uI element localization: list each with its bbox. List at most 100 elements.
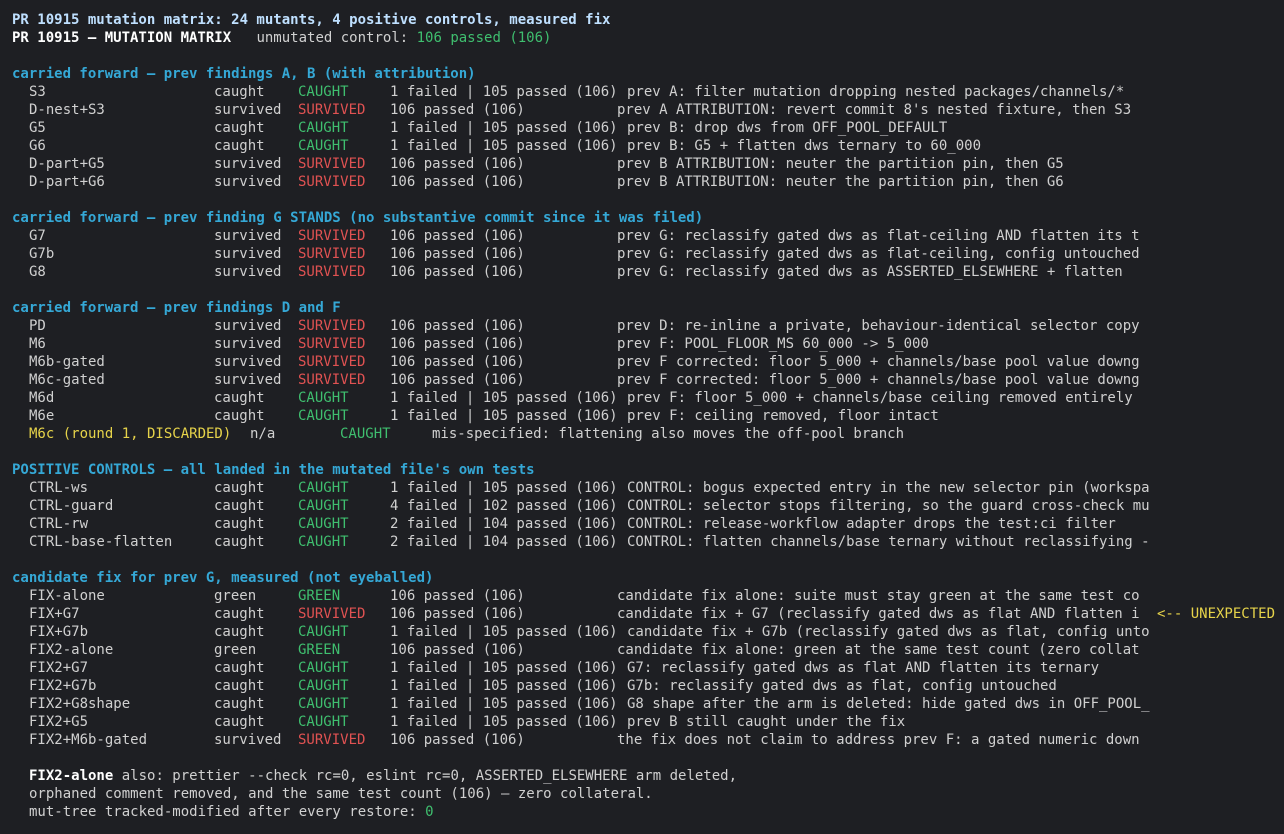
- unexpected-flag: <-- UNEXPECTED: [1157, 606, 1276, 622]
- test-result: 106 passed (106): [390, 606, 525, 622]
- mutant-description: prev D: re-inline a private, behaviour-i…: [617, 318, 1140, 334]
- verdict-badge: SURVIVED: [298, 732, 366, 748]
- mutant-status: caught: [214, 84, 265, 100]
- mutant-name: FIX-alone: [29, 588, 105, 604]
- test-result: 1 failed | 105 passed (106): [390, 624, 618, 640]
- verdict-badge: SURVIVED: [298, 156, 366, 172]
- mutant-description: prev F corrected: floor 5_000 + channels…: [617, 372, 1140, 388]
- test-result: 106 passed (106): [390, 102, 525, 118]
- mutant-name: G5: [29, 120, 46, 136]
- mutant-description: prev F: floor 5_000 + channels/base ceil…: [627, 390, 1133, 406]
- mutant-status: caught: [214, 138, 265, 154]
- verdict-badge: SURVIVED: [298, 102, 366, 118]
- mutant-description: prev B still caught under the fix: [627, 714, 906, 730]
- verdict-badge: SURVIVED: [298, 174, 366, 190]
- mutant-name: CTRL-guard: [29, 498, 114, 514]
- mutant-name: FIX2+G7b: [29, 678, 97, 694]
- mutant-status: survived: [214, 228, 282, 244]
- verdict-badge: CAUGHT: [298, 498, 349, 514]
- mutant-name: M6d: [29, 390, 55, 406]
- test-result: 106 passed (106): [390, 354, 525, 370]
- mutant-status: n/a: [250, 426, 276, 442]
- mutant-name: M6: [29, 336, 46, 352]
- verdict-badge: CAUGHT: [298, 678, 349, 694]
- verdict-badge: SURVIVED: [298, 264, 366, 280]
- mutant-name: D-nest+S3: [29, 102, 105, 118]
- test-result: 106 passed (106): [390, 642, 525, 658]
- test-result: 106 passed (106): [390, 174, 525, 190]
- mutant-name: FIX2+G7: [29, 660, 89, 676]
- mutant-status: caught: [214, 498, 265, 514]
- matrix-header: PR 10915 — MUTATION MATRIX unmutated con…: [12, 29, 551, 47]
- mutant-description: candidate fix + G7 (reclassify gated dws…: [617, 606, 1140, 622]
- mutant-description: candidate fix alone: suite must stay gre…: [617, 588, 1140, 604]
- test-result: 106 passed (106): [390, 732, 525, 748]
- mutant-description: mis-specified: flattening also moves the…: [432, 426, 905, 442]
- mutant-name: M6e: [29, 408, 55, 424]
- footer-line-2: orphaned comment removed, and the same t…: [29, 786, 653, 802]
- mutant-name: CTRL-ws: [29, 480, 89, 496]
- verdict-badge: SURVIVED: [298, 228, 366, 244]
- mutant-status: caught: [214, 678, 265, 694]
- test-result: 1 failed | 105 passed (106): [390, 390, 618, 406]
- mutant-status: survived: [214, 318, 282, 334]
- test-result: 1 failed | 105 passed (106): [390, 714, 618, 730]
- mutant-status: caught: [214, 516, 265, 532]
- mutant-status: green: [214, 642, 257, 658]
- test-result: 1 failed | 105 passed (106): [390, 696, 618, 712]
- mutant-description: prev B ATTRIBUTION: neuter the partition…: [617, 174, 1064, 190]
- mutant-description: prev F: POOL_FLOOR_MS 60_000 -> 5_000: [617, 336, 929, 352]
- mutant-description: G8 shape after the arm is deleted: hide …: [627, 696, 1150, 712]
- mutant-name: G7: [29, 228, 46, 244]
- test-result: 1 failed | 105 passed (106): [390, 480, 618, 496]
- mutant-description: CONTROL: bogus expected entry in the new…: [627, 480, 1150, 496]
- mutant-description: prev F corrected: floor 5_000 + channels…: [617, 354, 1140, 370]
- verdict-badge: CAUGHT: [298, 660, 349, 676]
- verdict-badge: CAUGHT: [340, 426, 391, 442]
- footer-lead: FIX2-alone: [29, 768, 114, 784]
- mutant-status: green: [214, 588, 257, 604]
- verdict-badge: CAUGHT: [298, 624, 349, 640]
- test-result: 1 failed | 105 passed (106): [390, 138, 618, 154]
- terminal-window: PR 10915 mutation matrix: 24 mutants, 4 …: [0, 0, 1284, 834]
- mutant-description: candidate fix alone: green at the same t…: [617, 642, 1140, 658]
- mutant-status: caught: [214, 120, 265, 136]
- test-result: 1 failed | 105 passed (106): [390, 120, 618, 136]
- mutant-status: survived: [214, 732, 282, 748]
- mutant-status: caught: [214, 390, 265, 406]
- mutant-description: prev G: reclassify gated dws as ASSERTED…: [617, 264, 1123, 280]
- test-result: 1 failed | 105 passed (106): [390, 84, 618, 100]
- mutant-status: caught: [214, 606, 265, 622]
- footer-text-3: mut-tree tracked-modified after every re…: [29, 804, 426, 820]
- mutant-status: caught: [214, 624, 265, 640]
- mutant-status: survived: [214, 372, 282, 388]
- mutant-status: survived: [214, 354, 282, 370]
- mutant-description: prev B: G5 + flatten dws ternary to 60_0…: [627, 138, 982, 154]
- mutant-name: PD: [29, 318, 46, 334]
- verdict-badge: CAUGHT: [298, 390, 349, 406]
- mutant-name: FIX2+M6b-gated: [29, 732, 148, 748]
- mutant-status: caught: [214, 534, 265, 550]
- mutant-name: FIX2-alone: [29, 642, 114, 658]
- verdict-badge: CAUGHT: [298, 120, 349, 136]
- verdict-badge: SURVIVED: [298, 354, 366, 370]
- verdict-badge: CAUGHT: [298, 516, 349, 532]
- mutant-description: G7: reclassify gated dws as flat AND fla…: [627, 660, 1100, 676]
- verdict-badge: SURVIVED: [298, 372, 366, 388]
- mutant-status: survived: [214, 246, 282, 262]
- mutant-description: CONTROL: selector stops filtering, so th…: [627, 498, 1150, 514]
- test-result: 1 failed | 105 passed (106): [390, 408, 618, 424]
- mutant-description: prev G: reclassify gated dws as flat-cei…: [617, 246, 1140, 262]
- verdict-badge: CAUGHT: [298, 696, 349, 712]
- verdict-badge: GREEN: [298, 588, 341, 604]
- verdict-badge: SURVIVED: [298, 246, 366, 262]
- test-result: 1 failed | 105 passed (106): [390, 678, 618, 694]
- mutant-description: CONTROL: release-workflow adapter drops …: [627, 516, 1116, 532]
- verdict-badge: CAUGHT: [298, 480, 349, 496]
- verdict-badge: SURVIVED: [298, 606, 366, 622]
- verdict-badge: CAUGHT: [298, 408, 349, 424]
- section-heading: carried forward — prev findings A, B (wi…: [12, 66, 476, 82]
- footer-line-1: FIX2-alone also: prettier --check rc=0, …: [29, 767, 737, 785]
- mutant-description: prev A ATTRIBUTION: revert commit 8's ne…: [617, 102, 1132, 118]
- mutant-status: survived: [214, 156, 282, 172]
